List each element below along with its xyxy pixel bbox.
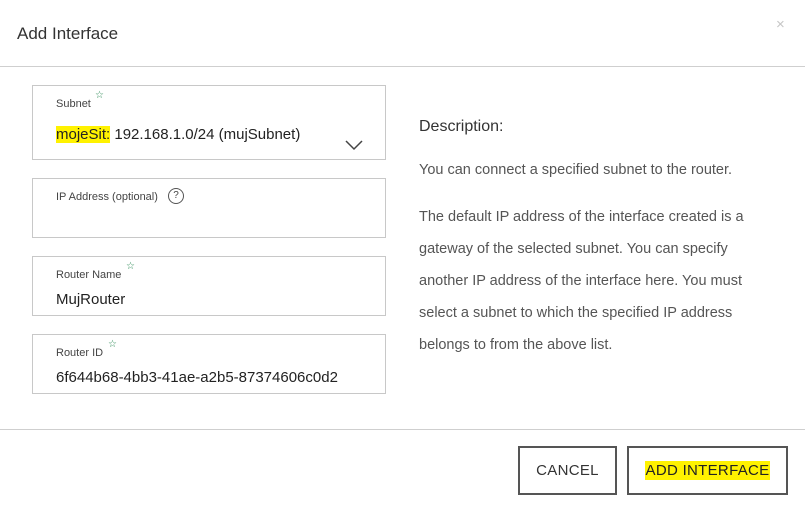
question-circle-icon[interactable]: ? [168,188,184,204]
description-paragraph-1: You can connect a specified subnet to th… [419,162,733,178]
subnet-value: mojeSit: 192.168.1.0/24 (mujSubnet) [56,126,300,143]
description-heading: Description: [419,118,504,135]
router-id-value[interactable]: 6f644b68-4bb3-41ae-a2b5-87374606c0d2 [56,369,338,386]
required-star-icon: ☆ [126,261,135,272]
required-star-icon: ☆ [108,339,117,350]
footer-divider [0,429,805,430]
required-star-icon: ☆ [95,90,104,101]
ip-address-label: IP Address (optional) [56,191,158,203]
add-interface-button-label: ADD INTERFACE [644,461,771,480]
subnet-select[interactable]: Subnet ☆ mojeSit: 192.168.1.0/24 (mujSub… [32,85,386,160]
subnet-network-name: mojeSit: [56,126,111,143]
close-icon[interactable]: × [776,17,785,32]
add-interface-button[interactable]: ADD INTERFACE [627,446,788,495]
cancel-button[interactable]: CANCEL [518,446,617,495]
router-id-label: Router ID [56,347,104,359]
chevron-down-icon[interactable] [344,139,364,151]
ip-address-field[interactable]: IP Address (optional) ? [32,178,386,238]
dialog-header: Add Interface × [0,0,805,67]
router-name-field[interactable]: Router Name ☆ MujRouter [32,256,386,316]
subnet-label: Subnet [56,98,91,110]
router-name-value[interactable]: MujRouter [56,291,125,308]
description-paragraph-2: The default IP address of the interface … [419,209,744,353]
dialog-title: Add Interface [17,24,119,43]
cancel-button-label: CANCEL [536,462,599,479]
subnet-cidr: 192.168.1.0/24 (mujSubnet) [110,126,301,143]
router-name-label: Router Name [56,269,122,281]
router-id-field[interactable]: Router ID ☆ 6f644b68-4bb3-41ae-a2b5-8737… [32,334,386,394]
